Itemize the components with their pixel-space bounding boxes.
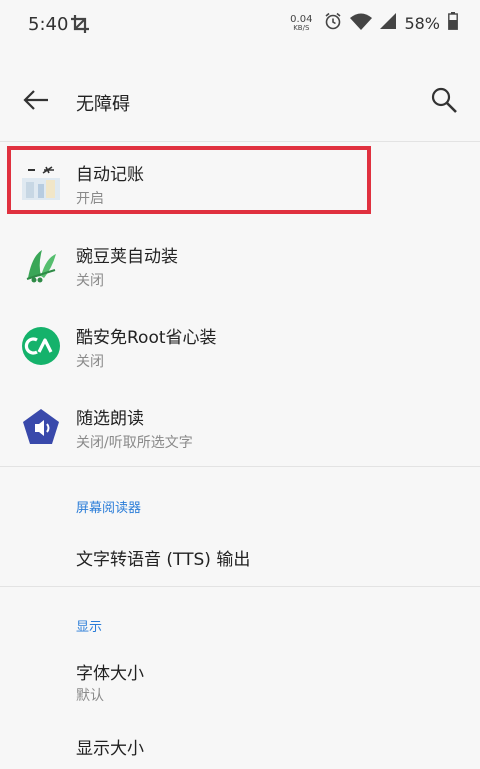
- pref-summary: 默认: [76, 688, 104, 704]
- select-to-speak-icon: [22, 408, 60, 446]
- wandoujia-icon: [22, 246, 60, 284]
- highlight-box: [7, 146, 371, 214]
- pref-title: 文字转语音 (TTS) 输出: [76, 550, 251, 570]
- app-bar: 无障碍: [0, 72, 480, 132]
- page-title: 无障碍: [76, 94, 130, 115]
- network-speed: 0.04 KB/S: [290, 13, 313, 32]
- service-item-coolapk[interactable]: 酷安免Root省心装 关闭: [0, 309, 480, 381]
- service-title: 随选朗读: [76, 409, 144, 429]
- status-time: 5:40: [28, 14, 69, 35]
- divider: [0, 141, 480, 142]
- back-button[interactable]: [20, 86, 52, 118]
- service-item-wandoujia[interactable]: 豌豆荚自动装 关闭: [0, 228, 480, 300]
- divider: [0, 466, 480, 467]
- pref-title: 字体大小: [76, 664, 144, 684]
- search-button[interactable]: [428, 86, 460, 118]
- alarm-icon: [324, 12, 342, 34]
- pref-item-tts-output[interactable]: 文字转语音 (TTS) 输出: [0, 530, 480, 586]
- net-speed-value: 0.04: [290, 13, 313, 25]
- section-header-display: 显示: [76, 620, 103, 635]
- pref-title: 显示大小: [76, 739, 144, 759]
- coolapk-icon: [22, 327, 60, 365]
- battery-icon: [448, 12, 458, 34]
- wifi-icon: [350, 12, 373, 34]
- service-title: 豌豆荚自动装: [76, 247, 178, 267]
- section-header-screen-reader: 屏幕阅读器: [76, 501, 142, 516]
- pref-item-font-size[interactable]: 字体大小 默认: [0, 646, 480, 716]
- search-icon: [430, 86, 458, 118]
- net-speed-unit: KB/S: [293, 23, 310, 32]
- divider: [0, 586, 480, 587]
- service-summary: 关闭: [76, 273, 104, 289]
- pref-item-display-size[interactable]: 显示大小: [0, 722, 480, 769]
- service-title: 酷安免Root省心装: [76, 328, 217, 348]
- battery-percent: 58%: [404, 13, 440, 33]
- cellular-signal-icon: [380, 13, 397, 33]
- service-item-select-to-speak[interactable]: 随选朗读 关闭/听取所选文字: [0, 390, 480, 462]
- service-summary: 关闭/听取所选文字: [76, 435, 193, 451]
- crop-rotate-icon: [70, 13, 90, 39]
- arrow-back-icon: [23, 89, 49, 115]
- status-bar: 5:40 0.04 KB/S 58%: [0, 0, 480, 52]
- service-summary: 关闭: [76, 354, 104, 370]
